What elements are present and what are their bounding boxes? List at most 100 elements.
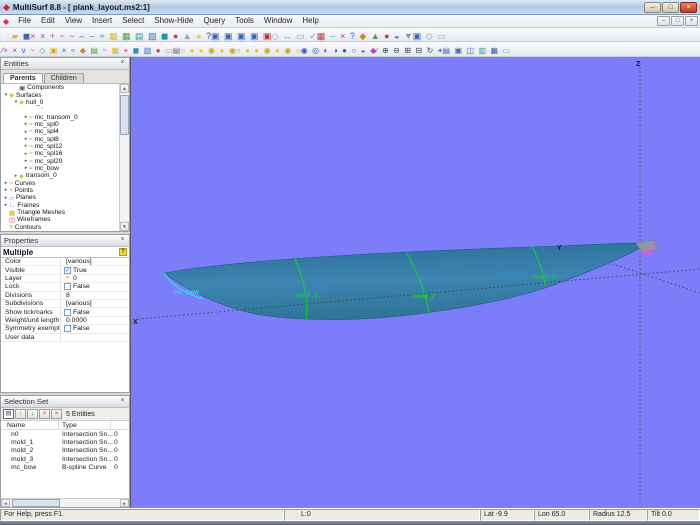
scroll-right-icon[interactable]: ▸: [120, 499, 129, 507]
printer-icon[interactable]: ▤: [173, 46, 181, 55]
mark-icon[interactable]: ●: [384, 31, 389, 41]
checkbox[interactable]: ●: [64, 274, 71, 282]
help-icon[interactable]: ?: [119, 248, 127, 256]
view-side-icon[interactable]: ◫: [467, 46, 475, 55]
solid-entity-icon[interactable]: ◼: [133, 46, 140, 55]
relabel-icon[interactable]: ⌣: [330, 31, 336, 41]
orient-icon[interactable]: ◆: [359, 31, 366, 41]
hide-children-icon[interactable]: ◉: [264, 46, 271, 55]
checkbox[interactable]: [64, 325, 71, 333]
frame-entity-icon[interactable]: ◆: [80, 46, 86, 55]
wireframe-mode-icon[interactable]: ◉: [301, 46, 308, 55]
property-row[interactable]: Divisions 8: [1, 291, 129, 300]
tree-item[interactable]: ▸ ≈ mc_spl0: [1, 121, 129, 128]
checkbox[interactable]: [64, 308, 71, 316]
view-front-icon[interactable]: ▣: [454, 46, 462, 55]
point-entity-icon[interactable]: ×: [62, 46, 67, 55]
close-icon[interactable]: ×: [118, 59, 127, 68]
scroll-down-icon[interactable]: ▼: [120, 222, 129, 231]
circle-tool-icon[interactable]: ●: [173, 31, 178, 41]
tree-item[interactable]: ▸ ≈ mc_spl16: [1, 150, 129, 157]
tree-item[interactable]: ▸ ≈ mc_transom_0: [1, 113, 129, 121]
move-icon[interactable]: ◇: [271, 31, 278, 41]
lamp-tool-icon[interactable]: ●: [196, 31, 201, 41]
save-icon[interactable]: ◼: [23, 31, 30, 41]
close-icon[interactable]: ×: [118, 236, 127, 245]
table-row[interactable]: mc_bow B-spline Curve 0: [1, 464, 129, 472]
property-value[interactable]: False: [61, 308, 129, 316]
surface-tool3-icon[interactable]: ▤: [135, 31, 144, 41]
clear-set-icon[interactable]: ×: [51, 409, 62, 419]
show-selected-icon[interactable]: ●: [189, 46, 194, 55]
snake-tool-icon[interactable]: ≈: [100, 31, 105, 41]
tree-item[interactable]: ▸ × Points: [1, 187, 129, 194]
window3-icon[interactable]: ▣: [237, 31, 246, 41]
property-value[interactable]: [various]: [61, 258, 129, 265]
tree-item[interactable]: ▣ Components: [1, 84, 129, 92]
list-view-icon[interactable]: ▤: [3, 409, 14, 419]
view-home-icon[interactable]: ▤: [442, 46, 450, 55]
arc-tool-icon[interactable]: ⌢: [79, 31, 85, 41]
plane-entity-icon[interactable]: ◇: [39, 46, 45, 55]
column-header-name[interactable]: Name: [1, 421, 59, 429]
close-icon[interactable]: ×: [118, 397, 127, 406]
window1-icon[interactable]: ▣: [211, 31, 220, 41]
mesh-icon[interactable]: ▲: [371, 31, 380, 41]
tree-item[interactable]: ◫ Wireframes: [1, 216, 129, 224]
trim-surface-icon[interactable]: ▦: [317, 31, 326, 41]
panel-icon[interactable]: ▭: [437, 31, 446, 41]
tree-item[interactable]: ▸ ▱ Planes: [1, 194, 129, 202]
hull-surface[interactable]: [163, 242, 644, 320]
point-tool-icon[interactable]: ×: [30, 31, 35, 41]
window2-icon[interactable]: ▣: [224, 31, 233, 41]
knot-entity-icon[interactable]: ●: [156, 46, 161, 55]
add-point-icon[interactable]: +: [50, 31, 55, 41]
mesh-entity-icon[interactable]: ▤: [90, 46, 98, 55]
snake-entity-icon[interactable]: ≈: [71, 46, 75, 55]
property-row[interactable]: Subdivisions [various]: [1, 299, 129, 309]
solid-tool-icon[interactable]: ◼: [161, 31, 168, 41]
curve-tool2-icon[interactable]: ~: [69, 31, 74, 41]
property-value[interactable]: [61, 334, 129, 341]
contour-icon[interactable]: ◒: [394, 31, 399, 41]
property-row[interactable]: Lock False: [1, 283, 129, 292]
tree-item[interactable]: ▸ ≈ mc_spl8: [1, 135, 129, 143]
window4-icon[interactable]: ▣: [250, 31, 259, 41]
hide-layer-icon[interactable]: ◉: [284, 46, 291, 55]
view-iso-icon[interactable]: ▦: [491, 46, 499, 55]
checkbox[interactable]: ✓: [64, 266, 71, 274]
frame-icon[interactable]: ▣: [413, 31, 422, 41]
curve-tool-icon[interactable]: ~: [59, 31, 64, 41]
triangle-tool-icon[interactable]: ▲: [183, 31, 192, 41]
tree-item[interactable]: *: [1, 106, 129, 113]
grid-entity-icon[interactable]: ▣: [50, 46, 58, 55]
mdi-restore-button[interactable]: □: [671, 16, 684, 26]
window-close-icon[interactable]: ▣: [263, 31, 272, 41]
close-button[interactable]: ×: [680, 1, 697, 13]
table-row[interactable]: mold_2 Intersection Sn... 0: [1, 447, 129, 455]
surface-entity-icon[interactable]: ▦: [112, 46, 120, 55]
zoom-in-icon[interactable]: ⊕: [382, 46, 389, 55]
zoom-window-icon[interactable]: ⊞: [404, 46, 411, 55]
projected-point-icon[interactable]: ×: [40, 31, 45, 41]
hidden-mode-icon[interactable]: ○: [351, 46, 356, 55]
tree-item[interactable]: ▸ ~ Curves: [1, 179, 129, 187]
spline-tool-icon[interactable]: ⌣: [89, 31, 95, 41]
compass-icon[interactable]: ◇: [426, 31, 433, 41]
selection-hscrollbar[interactable]: ◂ ▸: [1, 498, 129, 507]
property-row[interactable]: Visible ✓ True: [1, 266, 129, 275]
property-row[interactable]: Show tickmarks False: [1, 308, 129, 317]
hide-all-icon[interactable]: ○: [236, 46, 241, 55]
3d-viewport[interactable]: X Y Z mc_bow mold_3 mold_2 mold_1 n0: [130, 57, 700, 508]
restore-button[interactable]: □: [662, 1, 679, 13]
move-up-icon[interactable]: ↑: [15, 409, 26, 419]
magnet-entity-icon[interactable]: ×: [3, 46, 8, 55]
table-row[interactable]: n0 Intersection Sn... 0: [1, 430, 129, 438]
property-value[interactable]: False: [61, 325, 129, 333]
tree-scrollbar[interactable]: ▲ ▼: [119, 84, 129, 231]
property-value[interactable]: [various]: [61, 300, 129, 307]
measure-icon[interactable]: ▭: [296, 31, 305, 41]
hide-selected-icon[interactable]: ●: [245, 46, 250, 55]
show-children-icon[interactable]: ◉: [208, 46, 215, 55]
tree-item[interactable]: ▾ ◆ hull_0: [1, 99, 129, 107]
